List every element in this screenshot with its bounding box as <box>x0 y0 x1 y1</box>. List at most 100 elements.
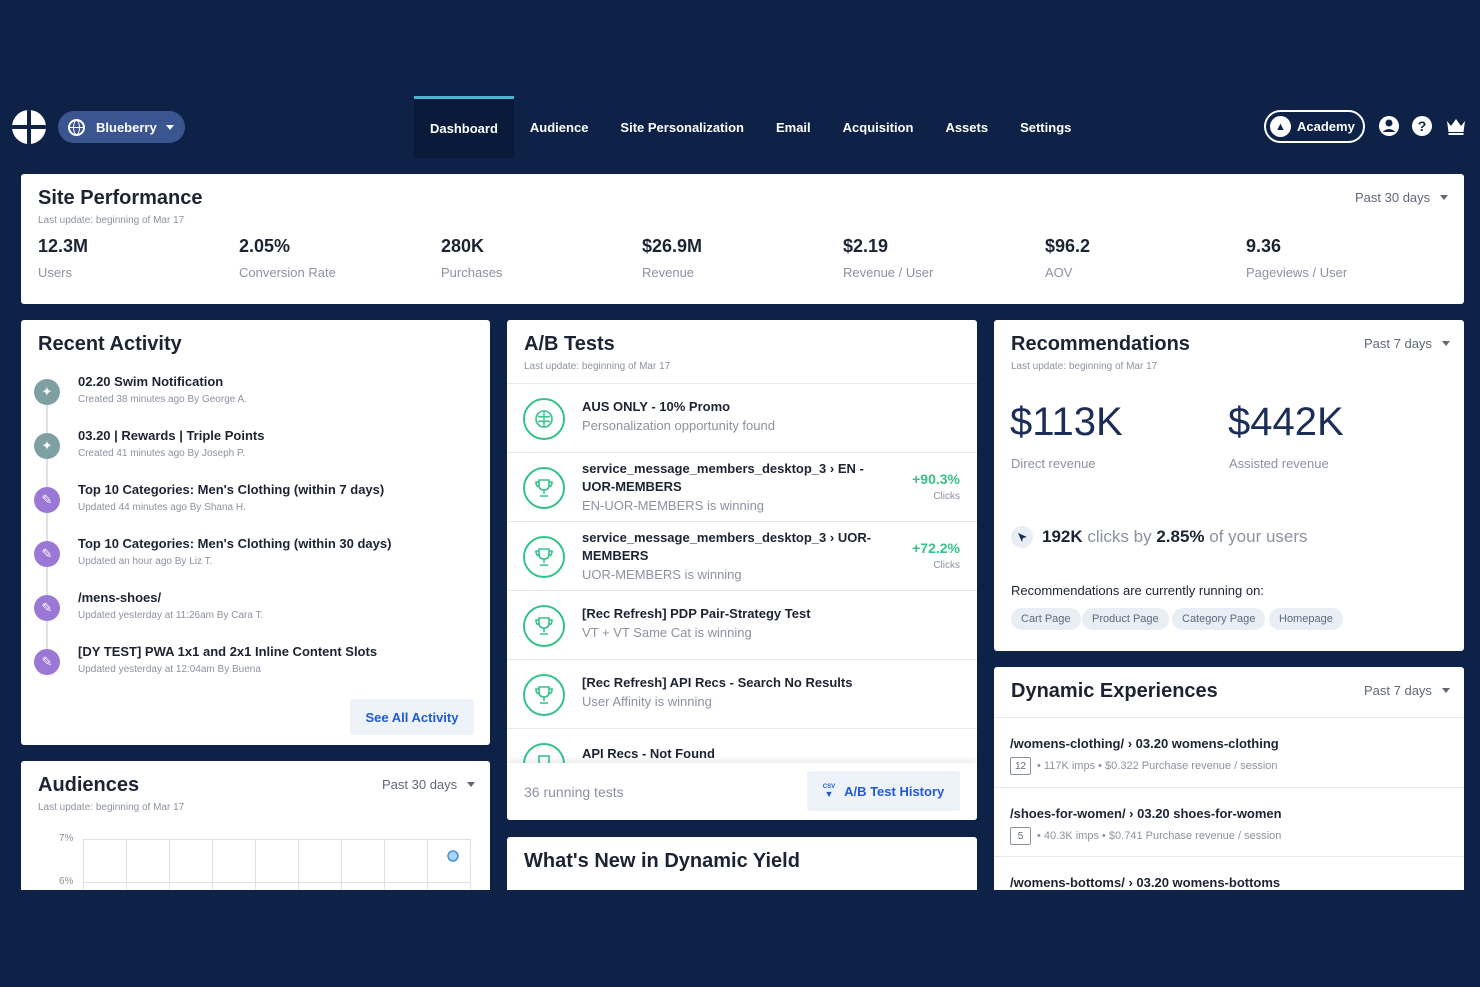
ab-test-history-button[interactable]: CSV ▼ A/B Test History <box>807 771 960 811</box>
recent-activity-title: Recent Activity <box>38 333 182 355</box>
activity-title: [DY TEST] PWA 1x1 and 2x1 Inline Content… <box>78 644 378 659</box>
dynamic-experiences-card: Dynamic Experiences Past 7 days /womens-… <box>994 667 1464 890</box>
dynamic-yield-logo-icon[interactable] <box>12 110 46 144</box>
ab-test-status: UOR-MEMBERS is winning <box>582 567 742 582</box>
ab-test-metric: Clicks <box>933 560 960 571</box>
y-tick-label: 6% <box>59 876 74 887</box>
experience-impressions: 117K imps <box>1043 760 1096 772</box>
ab-tests-card: A/B Tests Last update: beginning of Mar … <box>507 320 977 820</box>
metric-aov: $96.2 AOV <box>1045 236 1090 280</box>
help-icon[interactable]: ? <box>1411 115 1433 137</box>
ab-test-row[interactable]: [Rec Refresh] API Recs - Search No Resul… <box>507 659 977 728</box>
experience-title: /womens-bottoms/ › 03.20 womens-bottoms <box>1010 875 1281 890</box>
experience-title: /shoes-for-women/ › 03.20 shoes-for-wome… <box>1010 806 1282 821</box>
recommendations-title: Recommendations <box>1011 333 1190 355</box>
activity-title: Top 10 Categories: Men's Clothing (withi… <box>78 482 385 497</box>
ab-test-row[interactable]: service_message_members_desktop_3 › UOR-… <box>507 521 977 590</box>
crown-icon[interactable] <box>1445 115 1467 137</box>
chevron-down-icon <box>467 782 476 787</box>
dynamic-experiences-title: Dynamic Experiences <box>1011 680 1218 702</box>
academy-label: Academy <box>1297 119 1355 134</box>
ab-test-title: [Rec Refresh] PDP Pair-Strategy Test <box>582 606 811 621</box>
whats-new-card: What's New in Dynamic Yield <box>507 837 977 890</box>
dynamic-experiences-period-select[interactable]: Past 7 days <box>1364 683 1450 698</box>
metric-label: Users <box>38 265 72 280</box>
user-icon[interactable] <box>1378 115 1400 137</box>
recommendations-last-update: Last update: beginning of Mar 17 <box>1011 361 1158 372</box>
activity-meta: Updated 44 minutes ago By Shana H. <box>78 502 246 513</box>
audiences-period-select[interactable]: Past 30 days <box>382 777 476 792</box>
whats-new-title: What's New in Dynamic Yield <box>524 850 800 872</box>
academy-button[interactable]: ▲ Academy <box>1264 110 1365 143</box>
site-selector[interactable]: Blueberry <box>58 111 185 143</box>
clicks-summary: 192K clicks by 2.85% of your users <box>1011 526 1308 548</box>
metric-value: 2.05% <box>239 236 291 256</box>
see-all-activity-button[interactable]: See All Activity <box>350 699 474 735</box>
assisted-revenue-label: Assisted revenue <box>1229 456 1329 471</box>
globe-icon <box>68 118 85 136</box>
magic-wand-icon: ✦ <box>34 379 60 405</box>
ab-test-row[interactable]: service_message_members_desktop_3 › EN -… <box>507 452 977 521</box>
magic-wand-icon: ✦ <box>34 433 60 459</box>
ab-test-status: VT + VT Same Cat is winning <box>582 625 752 640</box>
tab-site-personalization[interactable]: Site Personalization <box>604 96 760 158</box>
clicks-value: 192K <box>1042 527 1083 546</box>
trophy-icon <box>523 536 565 578</box>
direct-revenue-label: Direct revenue <box>1011 456 1096 471</box>
tab-acquisition[interactable]: Acquisition <box>827 96 930 158</box>
trophy-icon <box>523 605 565 647</box>
pencil-icon: ✎ <box>34 487 60 513</box>
experience-revenue: $0.322 <box>1105 760 1139 772</box>
page-type-pill[interactable]: Cart Page <box>1011 608 1081 630</box>
page-type-pill[interactable]: Homepage <box>1269 608 1343 630</box>
activity-meta: Updated yesterday at 11:26am By Cara T. <box>78 610 264 621</box>
metric-pageviews-per-user: 9.36 Pageviews / User <box>1246 236 1347 280</box>
ab-test-status: EN-UOR-MEMBERS is winning <box>582 498 765 513</box>
tab-assets[interactable]: Assets <box>929 96 1004 158</box>
metric-label: AOV <box>1045 265 1073 280</box>
period-label: Past 30 days <box>1355 190 1431 205</box>
activity-meta: Updated an hour ago By Liz T. <box>78 556 213 567</box>
experience-revenue-label: Purchase revenue / session <box>1145 830 1282 842</box>
experience-revenue: $0.741 <box>1108 830 1143 842</box>
ab-test-history-label: A/B Test History <box>844 783 945 799</box>
experience-row[interactable]: /shoes-for-women/ › 03.20 shoes-for-wome… <box>994 787 1464 857</box>
cursor-click-icon <box>1011 526 1033 548</box>
clicks-connector: clicks by <box>1087 527 1152 546</box>
page-type-pill[interactable]: Category Page <box>1172 608 1266 630</box>
metric-purchases: 280K Purchases <box>441 236 502 280</box>
metric-label: Pageviews / User <box>1246 265 1348 280</box>
users-percentage: 2.85% <box>1156 527 1205 546</box>
metric-label: Purchases <box>441 265 503 280</box>
csv-download-icon: CSV ▼ <box>822 783 836 799</box>
running-tests-count: 36 running tests <box>524 784 624 800</box>
metric-value: $26.9M <box>642 236 703 256</box>
y-tick-label: 7% <box>59 833 74 844</box>
clicks-tail: of your users <box>1209 527 1308 546</box>
tab-email[interactable]: Email <box>760 96 827 158</box>
variations-count-icon: 12 <box>1010 757 1031 775</box>
period-label: Past 7 days <box>1364 336 1432 351</box>
activity-meta: Updated yesterday at 12:04am By Buena <box>78 664 261 675</box>
svg-text:?: ? <box>1418 118 1427 134</box>
recommendations-period-select[interactable]: Past 7 days <box>1364 336 1450 351</box>
experience-title: /womens-clothing/ › 03.20 womens-clothin… <box>1010 736 1279 751</box>
activity-meta: Created 38 minutes ago By George A. <box>78 394 247 405</box>
tab-dashboard[interactable]: Dashboard <box>414 96 514 158</box>
experience-row[interactable]: /womens-bottoms/ › 03.20 womens-bottoms <box>994 856 1464 890</box>
ab-test-row[interactable]: AUS ONLY - 10% Promo Personalization opp… <box>507 383 977 452</box>
audiences-title: Audiences <box>38 774 140 796</box>
pencil-icon: ✎ <box>34 649 60 675</box>
tab-audience[interactable]: Audience <box>514 96 605 158</box>
page-type-pill[interactable]: Product Page <box>1082 608 1169 630</box>
site-performance-period-select[interactable]: Past 30 days <box>1355 190 1449 205</box>
experience-row[interactable]: /womens-clothing/ › 03.20 womens-clothin… <box>994 717 1464 787</box>
ab-test-row[interactable]: [Rec Refresh] PDP Pair-Strategy Test VT … <box>507 590 977 659</box>
tab-settings[interactable]: Settings <box>1004 96 1087 158</box>
metric-revenue-per-user: $2.19 Revenue / User <box>843 236 933 280</box>
pencil-icon: ✎ <box>34 595 60 621</box>
ab-test-row[interactable]: API Recs - Not Found <box>507 728 977 764</box>
audiences-card: Audiences Last update: beginning of Mar … <box>21 761 490 890</box>
chevron-down-icon <box>1441 688 1450 693</box>
experience-meta: 5 • 40.3K imps • $0.741 Purchase revenue… <box>1010 827 1281 845</box>
